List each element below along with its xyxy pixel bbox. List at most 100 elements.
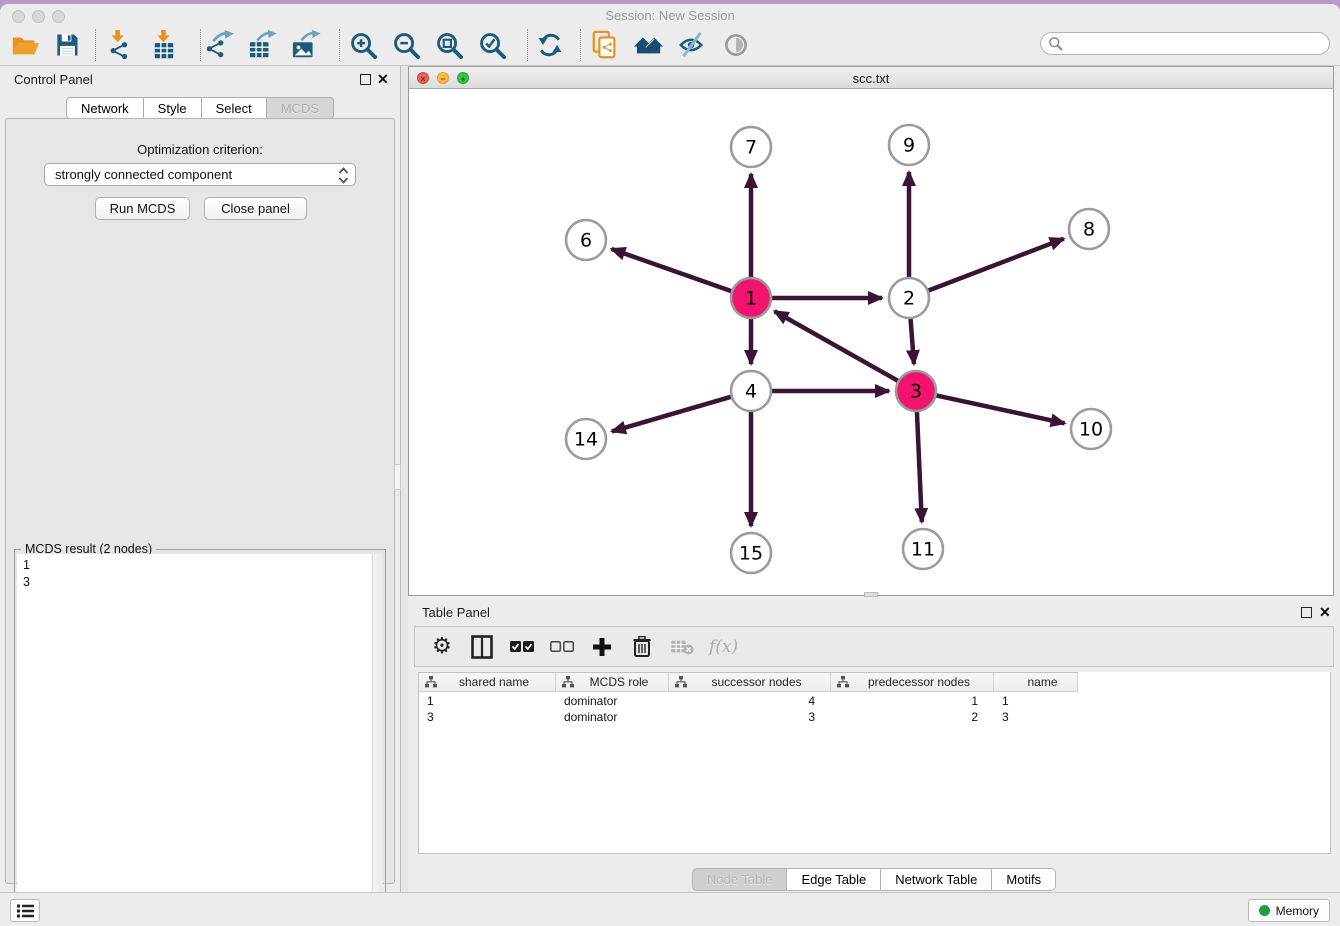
run-mcds-button[interactable]: Run MCDS: [95, 197, 190, 220]
graph-node-2[interactable]: 2: [889, 278, 929, 318]
select-all-columns-button[interactable]: [509, 634, 535, 660]
control-panel-tabs: NetworkStyleSelectMCDS: [0, 97, 400, 119]
duplicate-network-button[interactable]: [588, 28, 622, 62]
show-panels-button[interactable]: [10, 899, 40, 922]
cell-shared-name[interactable]: 3: [419, 709, 556, 725]
toolbar-separator: [339, 29, 340, 61]
graph-node-4[interactable]: 4: [731, 371, 771, 411]
cell-MCDS-role[interactable]: dominator: [556, 709, 669, 725]
graph-node-9[interactable]: 9: [889, 125, 929, 165]
column-header-shared-name[interactable]: shared name: [419, 673, 556, 691]
import-table-button[interactable]: [147, 28, 181, 62]
column-view-button[interactable]: [469, 634, 495, 660]
zoom-fit-button[interactable]: [432, 28, 466, 62]
network-graph[interactable]: 7 9 6 8 1 2 4 3 14 10 15 11: [409, 89, 1333, 595]
graph-node-14[interactable]: 14: [566, 419, 606, 459]
status-bar: Memory: [0, 892, 1340, 926]
zoom-out-button[interactable]: [389, 28, 423, 62]
table-row[interactable]: 3dominator323: [419, 709, 1330, 725]
import-network-button[interactable]: [103, 28, 137, 62]
column-header-successor-nodes[interactable]: successor nodes: [669, 673, 831, 691]
export-image-button[interactable]: [289, 28, 323, 62]
tab-edge-table[interactable]: Edge Table: [787, 868, 881, 891]
cell-successor-nodes[interactable]: 3: [669, 709, 831, 725]
zoom-in-button[interactable]: [346, 28, 380, 62]
graph-node-6[interactable]: 6: [566, 220, 606, 260]
mcds-result-textarea[interactable]: 1 3: [17, 554, 383, 926]
toolbar-separator: [580, 29, 581, 61]
memory-label: Memory: [1276, 904, 1319, 918]
graph-node-15[interactable]: 15: [731, 533, 771, 573]
network-view-window: × − + scc.txt 7968124314101511: [408, 66, 1334, 596]
search-input[interactable]: [1067, 37, 1329, 51]
graph-edge-3-1[interactable]: [775, 311, 903, 383]
result-scrollbar[interactable]: [372, 554, 383, 926]
node-table: shared nameMCDS rolesuccessor nodesprede…: [418, 672, 1331, 854]
split-pane-grip[interactable]: [394, 464, 401, 490]
cell-name[interactable]: 1: [994, 693, 1078, 709]
cell-predecessor-nodes[interactable]: 2: [831, 709, 994, 725]
float-panel-icon[interactable]: [360, 74, 371, 85]
close-panel-button[interactable]: Close panel: [204, 197, 307, 220]
zoom-selected-icon: [478, 31, 507, 60]
float-table-panel-icon[interactable]: [1301, 607, 1312, 618]
cell-shared-name[interactable]: 1: [419, 693, 556, 709]
column-header-name[interactable]: name: [994, 673, 1078, 691]
memory-button[interactable]: Memory: [1248, 899, 1330, 922]
graph-node-8[interactable]: 8: [1069, 209, 1109, 249]
close-table-panel-icon[interactable]: ✕: [1319, 605, 1331, 619]
export-table-button[interactable]: [245, 28, 279, 62]
refresh-layout-button[interactable]: [533, 28, 567, 62]
cell-predecessor-nodes[interactable]: 1: [831, 693, 994, 709]
horizontal-split-grip[interactable]: [864, 592, 878, 597]
save-session-button[interactable]: [50, 28, 84, 62]
split-pane-divider[interactable]: [400, 66, 408, 892]
cell-successor-nodes[interactable]: 4: [669, 693, 831, 709]
optimization-criterion-select[interactable]: strongly connected component: [44, 163, 356, 186]
tab-network-table[interactable]: Network Table: [881, 868, 992, 891]
select-stepper-icon: [338, 167, 349, 184]
graph-edge-4-14[interactable]: [612, 395, 736, 431]
svg-text:6: 6: [580, 230, 592, 252]
graph-node-1[interactable]: 1: [731, 278, 771, 318]
graph-edge-1-6[interactable]: [611, 249, 735, 293]
deselect-all-columns-button[interactable]: [549, 634, 575, 660]
open-folder-icon: [10, 30, 40, 60]
tab-network[interactable]: Network: [66, 97, 144, 119]
optimization-criterion-label: Optimization criterion:: [6, 142, 394, 157]
show-graphics-details-button[interactable]: [719, 28, 753, 62]
export-network-button[interactable]: [202, 28, 236, 62]
hide-graphics-details-button[interactable]: [675, 28, 709, 62]
graph-node-3[interactable]: 3: [896, 371, 936, 411]
graph-node-7[interactable]: 7: [731, 127, 771, 167]
column-header-MCDS-role[interactable]: MCDS role: [556, 673, 669, 691]
home-icon: [633, 30, 665, 60]
tab-style[interactable]: Style: [144, 97, 202, 119]
tab-node-table[interactable]: Node Table: [692, 868, 788, 891]
home-button[interactable]: [632, 28, 666, 62]
zoom-selected-button[interactable]: [475, 28, 509, 62]
refresh-icon: [536, 31, 564, 59]
create-column-button[interactable]: [589, 634, 615, 660]
delete-column-button[interactable]: [629, 634, 655, 660]
tab-select[interactable]: Select: [202, 97, 267, 119]
graph-edge-3-10[interactable]: [932, 394, 1065, 423]
table-row[interactable]: 1dominator411: [419, 693, 1330, 709]
graph-edge-3-11[interactable]: [917, 407, 922, 522]
cell-name[interactable]: 3: [994, 709, 1078, 725]
toolbar-separator: [527, 29, 528, 61]
graph-node-10[interactable]: 10: [1071, 409, 1111, 449]
open-session-button[interactable]: [8, 28, 42, 62]
graph-node-11[interactable]: 11: [903, 529, 943, 569]
column-header-predecessor-nodes[interactable]: predecessor nodes: [831, 673, 994, 691]
table-settings-button[interactable]: ⚙: [429, 634, 455, 660]
close-panel-icon[interactable]: ✕: [377, 72, 389, 86]
tab-mcds[interactable]: MCDS: [267, 97, 334, 119]
cell-MCDS-role[interactable]: dominator: [556, 693, 669, 709]
table-panel-title: Table Panel: [422, 605, 490, 620]
duplicate-network-icon: [590, 30, 620, 60]
tab-motifs[interactable]: Motifs: [992, 868, 1056, 891]
graph-edge-2-3[interactable]: [910, 314, 914, 364]
graph-edge-2-8[interactable]: [924, 239, 1064, 293]
network-canvas[interactable]: 7 9 6 8 1 2 4 3 14 10 15 11: [409, 89, 1333, 595]
